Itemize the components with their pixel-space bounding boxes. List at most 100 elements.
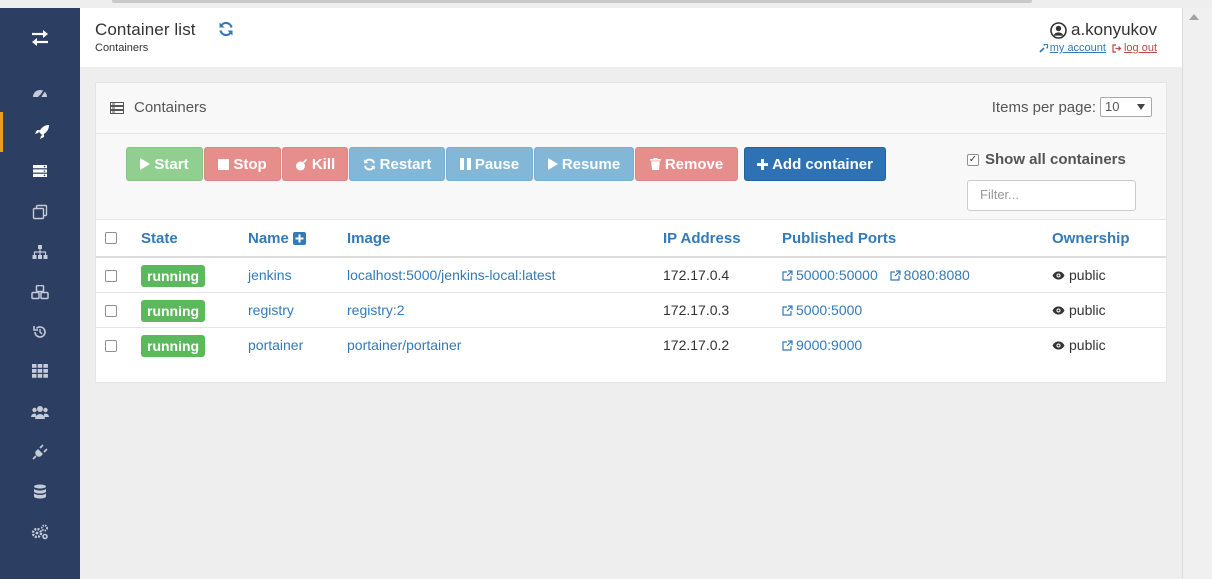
image-link[interactable]: registry:2 <box>347 302 405 318</box>
grid-icon <box>32 364 48 378</box>
eye-icon <box>1052 341 1065 349</box>
pause-label: Pause <box>474 155 520 173</box>
user-links: my account log out <box>1039 42 1157 54</box>
bomb-icon <box>295 158 307 170</box>
sidebar-item-sitemap[interactable] <box>0 232 80 272</box>
port-label: 50000:50000 <box>796 267 878 283</box>
ownership: public <box>1052 267 1106 283</box>
dashboard-icon <box>33 90 47 99</box>
port-link[interactable]: 8080:8080 <box>890 267 970 283</box>
sidebar-item-volumes[interactable] <box>0 272 80 312</box>
plus-icon <box>757 158 769 170</box>
external-link-icon <box>782 269 793 281</box>
user-circle-icon <box>1050 21 1067 39</box>
stop-icon <box>218 158 230 170</box>
table-row: running jenkins localhost:5000/jenkins-l… <box>96 258 1166 293</box>
caret-down-icon <box>1137 104 1145 110</box>
my-account-link[interactable]: my account <box>1039 42 1106 54</box>
row-checkbox[interactable] <box>105 305 117 317</box>
vertical-scrollbar[interactable] <box>1182 8 1212 579</box>
row-checkbox[interactable] <box>105 340 117 352</box>
sidebar-item-networks[interactable] <box>0 192 80 232</box>
history-icon <box>33 326 46 338</box>
container-name-link[interactable]: registry <box>248 302 294 318</box>
window-top-strip <box>0 0 1212 8</box>
items-per-page-value: 10 <box>1105 99 1120 114</box>
resume-button[interactable]: Resume <box>534 147 634 181</box>
actions-toolbar: Start Stop Kill Restart Pause Resume Rem… <box>96 134 1166 220</box>
restart-label: Restart <box>379 155 432 173</box>
users-icon <box>31 406 49 419</box>
stop-button[interactable]: Stop <box>204 147 281 181</box>
log-out-link[interactable]: log out <box>1112 42 1157 54</box>
scrollbar-thumb[interactable] <box>1188 30 1202 570</box>
column-image[interactable]: Image <box>347 230 390 247</box>
pause-button[interactable]: Pause <box>446 147 533 181</box>
remove-label: Remove <box>664 155 724 173</box>
external-link-icon <box>782 304 793 316</box>
sidebar-item-dashboard[interactable] <box>0 72 80 112</box>
sidebar-item-containers[interactable] <box>0 112 80 152</box>
transfer-icon <box>32 30 48 46</box>
items-per-page-select[interactable]: 10 <box>1100 97 1152 117</box>
sidebar-item-settings[interactable] <box>0 512 80 552</box>
table-row: running portainer portainer/portainer 17… <box>96 328 1166 363</box>
container-name-link[interactable]: jenkins <box>248 267 292 283</box>
sidebar <box>0 8 80 579</box>
panel-title-text: Containers <box>134 99 207 116</box>
sidebar-item-templates[interactable] <box>0 351 80 391</box>
port-link[interactable]: 5000:5000 <box>782 302 862 318</box>
port-label: 9000:9000 <box>796 337 863 353</box>
play-icon <box>140 158 151 170</box>
sidebar-item-images[interactable] <box>0 151 80 191</box>
breadcrumb: Containers <box>95 42 149 54</box>
plus-square-icon <box>292 232 306 245</box>
add-container-button[interactable]: Add container <box>744 147 886 181</box>
column-ip-address[interactable]: IP Address <box>663 230 741 247</box>
kill-button[interactable]: Kill <box>282 147 348 181</box>
row-checkbox[interactable] <box>105 270 117 282</box>
image-link[interactable]: portainer/portainer <box>347 337 461 353</box>
items-per-page-label: Items per page: <box>991 98 1096 116</box>
ownership-label: public <box>1069 267 1106 283</box>
table-header: State Name Image IP Address Published Po… <box>96 220 1166 258</box>
select-all-checkbox[interactable] <box>105 232 117 244</box>
show-all-containers-toggle[interactable]: Show all containers <box>967 151 1126 168</box>
sidebar-item-events[interactable] <box>0 312 80 352</box>
ownership-label: public <box>1069 302 1106 318</box>
username: a.konyukov <box>1071 20 1157 39</box>
column-name-label: Name <box>248 230 289 247</box>
ip-address: 172.17.0.2 <box>663 337 730 353</box>
published-ports: 5000:5000 <box>782 302 870 319</box>
column-name[interactable]: Name <box>248 230 306 247</box>
column-ownership[interactable]: Ownership <box>1052 230 1130 247</box>
sidebar-item-users[interactable] <box>0 392 80 432</box>
published-ports: 50000:50000 8080:8080 <box>782 267 978 284</box>
container-name-link[interactable]: portainer <box>248 337 303 353</box>
port-link[interactable]: 50000:50000 <box>782 267 878 283</box>
database-icon <box>34 484 46 499</box>
restart-button[interactable]: Restart <box>349 147 445 181</box>
ownership-label: public <box>1069 337 1106 353</box>
port-link[interactable]: 9000:9000 <box>782 337 862 353</box>
refresh-icon[interactable] <box>218 21 234 42</box>
refresh-icon <box>363 158 375 170</box>
rocket-icon <box>34 125 49 139</box>
containers-panel: Containers Items per page: 10 Start Stop… <box>95 82 1167 383</box>
horizontal-scrollbar[interactable] <box>112 0 1032 3</box>
remove-button[interactable]: Remove <box>635 147 738 181</box>
resume-label: Resume <box>561 155 621 173</box>
trash-icon <box>649 158 661 170</box>
sidebar-item-registries[interactable] <box>0 472 80 512</box>
start-button[interactable]: Start <box>126 147 203 181</box>
ip-address: 172.17.0.3 <box>663 302 730 318</box>
scroll-up-arrow-icon[interactable] <box>1189 14 1199 20</box>
show-all-checkbox[interactable] <box>967 153 979 166</box>
filter-input[interactable]: Filter... <box>967 180 1136 211</box>
log-out-label: log out <box>1123 42 1157 54</box>
image-link[interactable]: localhost:5000/jenkins-local:latest <box>347 267 556 283</box>
sidebar-item-endpoints[interactable] <box>0 432 80 472</box>
column-published-ports[interactable]: Published Ports <box>782 230 896 247</box>
column-state[interactable]: State <box>141 230 178 247</box>
sidebar-brand[interactable] <box>0 8 80 68</box>
